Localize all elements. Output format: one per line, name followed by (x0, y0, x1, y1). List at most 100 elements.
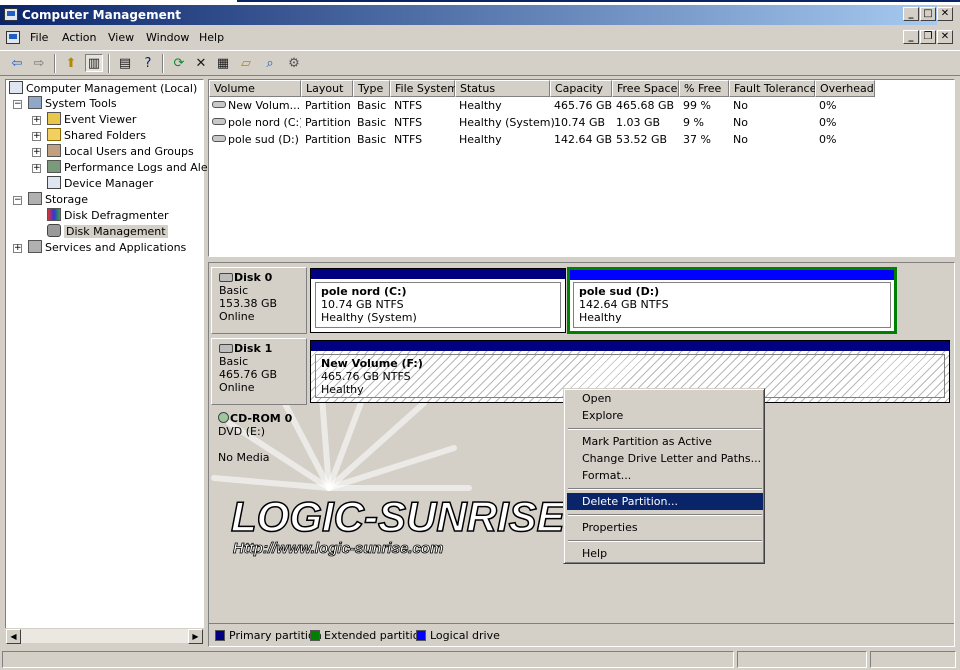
title-bar[interactable]: Computer Management _ □ ✕ (0, 5, 953, 25)
partition-name: New Volume (F:) (321, 357, 423, 370)
menu-view[interactable]: View (108, 31, 134, 44)
expand-icon[interactable]: + (32, 164, 41, 173)
menu-item-delete-partition[interactable]: Delete Partition... (567, 493, 763, 510)
forward-arrow-icon[interactable]: ⇨ (30, 54, 48, 72)
column-overhead[interactable]: Overhead (815, 80, 875, 97)
tree-label: Storage (45, 193, 89, 206)
cell-percent-free: 37 % (683, 133, 711, 146)
disk-0-info[interactable]: Disk 0 Basic 153.38 GB Online (211, 267, 307, 334)
show-hide-tree-icon[interactable]: ▥ (85, 54, 103, 72)
column-volume[interactable]: Volume (209, 80, 301, 97)
watermark-brand: LOGIC-SUNRISE (231, 493, 567, 540)
minimize-button[interactable]: _ (903, 7, 919, 21)
properties-icon[interactable]: ▤ (116, 54, 134, 72)
toolbar-separator (108, 54, 110, 73)
up-folder-icon[interactable]: ⬆ (62, 54, 80, 72)
collapse-icon[interactable]: − (13, 100, 22, 109)
cell-volume: pole sud (D:) (212, 131, 301, 148)
tree-node-root[interactable]: Computer Management (Local) (9, 81, 197, 96)
cell-layout: Partition (305, 133, 351, 146)
status-panel-3 (870, 651, 956, 668)
properties-sheet-icon[interactable]: ▦ (214, 54, 232, 72)
legend-swatch (215, 630, 225, 641)
search-icon[interactable]: ⌕ (261, 54, 279, 72)
watermark-url: Http://www.logic-sunrise.com (233, 540, 443, 557)
disk-type: Basic (219, 284, 249, 297)
expand-icon[interactable]: + (13, 244, 22, 253)
menu-item-change-drive-letter[interactable]: Change Drive Letter and Paths... (567, 450, 763, 467)
tree-node-services[interactable]: Services and Applications (28, 240, 186, 255)
volume-icon (212, 118, 226, 125)
document-icon[interactable] (6, 31, 20, 44)
menu-item-explore[interactable]: Explore (567, 407, 763, 424)
menu-item-properties[interactable]: Properties (567, 519, 763, 536)
child-close-button[interactable]: ✕ (937, 30, 953, 44)
tree-node-event-viewer[interactable]: Event Viewer (47, 112, 136, 127)
menu-bar: File Action View Window Help _ ❐ ✕ (0, 27, 960, 49)
back-arrow-icon[interactable]: ⇦ (8, 54, 26, 72)
tree-horizontal-scrollbar[interactable]: ◀ ▶ (5, 628, 204, 644)
menu-separator (568, 428, 762, 430)
menu-item-mark-active[interactable]: Mark Partition as Active (567, 433, 763, 450)
close-button[interactable]: ✕ (937, 7, 953, 21)
maximize-button[interactable]: □ (920, 7, 936, 21)
partition-c[interactable]: pole nord (C:) 10.74 GB NTFS Healthy (Sy… (310, 268, 566, 333)
tree-node-device-manager[interactable]: Device Manager (47, 176, 153, 191)
disk-status: Online (219, 310, 255, 323)
column-status[interactable]: Status (455, 80, 550, 97)
column-layout[interactable]: Layout (301, 80, 353, 97)
settings-icon[interactable]: ⚙ (285, 54, 303, 72)
column-fault-tolerance[interactable]: Fault Tolerance (729, 80, 816, 97)
cell-volume: New Volum... (212, 97, 301, 114)
cell-percent-free: 9 % (683, 116, 704, 129)
open-folder-icon[interactable]: ▱ (237, 54, 255, 72)
console-tree: Computer Management (Local) − System Too… (5, 79, 222, 644)
partition-size: 465.76 GB NTFS (321, 370, 411, 383)
expand-icon[interactable]: + (32, 132, 41, 141)
child-minimize-button[interactable]: _ (903, 30, 919, 44)
disk-name: Disk 0 (234, 271, 273, 284)
tree-node-perf-logs[interactable]: Performance Logs and Alerts (47, 160, 222, 175)
child-restore-button[interactable]: ❐ (920, 30, 936, 44)
disk-1-title: Disk 1 (219, 342, 299, 355)
column-free-space[interactable]: Free Space (612, 80, 679, 97)
tree-node-system-tools[interactable]: System Tools (28, 96, 117, 111)
partition-d[interactable]: pole sud (D:) 142.64 GB NTFS Healthy (567, 267, 897, 334)
disk-status: No Media (218, 451, 270, 464)
cdrom-0-info[interactable]: CD-ROM 0 DVD (E:) No Media (211, 409, 307, 475)
cell-type: Basic (357, 99, 387, 112)
column-percent-free[interactable]: % Free (679, 80, 729, 97)
scroll-right-icon[interactable]: ▶ (188, 629, 203, 644)
column-capacity[interactable]: Capacity (550, 80, 612, 97)
cell-overhead: 0% (819, 133, 837, 146)
tree-node-shared-folders[interactable]: Shared Folders (47, 128, 146, 143)
cell-type: Basic (357, 133, 387, 146)
tree-node-storage[interactable]: Storage (28, 192, 88, 207)
scroll-left-icon[interactable]: ◀ (6, 629, 21, 644)
tree-node-local-users[interactable]: Local Users and Groups (47, 144, 194, 159)
status-panel-main (2, 651, 734, 668)
performance-icon (47, 160, 61, 173)
collapse-icon[interactable]: − (13, 196, 22, 205)
menu-help[interactable]: Help (199, 31, 224, 44)
expand-icon[interactable]: + (32, 116, 41, 125)
disk-1-info[interactable]: Disk 1 Basic 465.76 GB Online (211, 338, 307, 405)
column-file-system[interactable]: File System (390, 80, 458, 97)
menu-item-open[interactable]: Open (567, 390, 763, 407)
tree-node-disk-management[interactable]: Disk Management (47, 224, 168, 239)
menu-action[interactable]: Action (62, 31, 96, 44)
menu-window[interactable]: Window (146, 31, 189, 44)
computer-management-window: Computer Management _ □ ✕ File Action Vi… (0, 0, 960, 670)
menu-file[interactable]: File (30, 31, 48, 44)
cell-free-space: 1.03 GB (616, 116, 661, 129)
refresh-icon[interactable]: ⟳ (170, 54, 188, 72)
delete-icon[interactable]: ✕ (192, 54, 210, 72)
menu-item-help[interactable]: Help (567, 545, 763, 562)
toolbar: ⇦ ⇨ ⬆ ▥ ▤ ? ⟳ ✕ ▦ ▱ ⌕ ⚙ (0, 50, 960, 76)
menu-item-format[interactable]: Format... (567, 467, 763, 484)
tree-node-disk-defrag[interactable]: Disk Defragmenter (47, 208, 169, 223)
help-icon[interactable]: ? (139, 54, 157, 72)
expand-icon[interactable]: + (32, 148, 41, 157)
column-type[interactable]: Type (353, 80, 390, 97)
